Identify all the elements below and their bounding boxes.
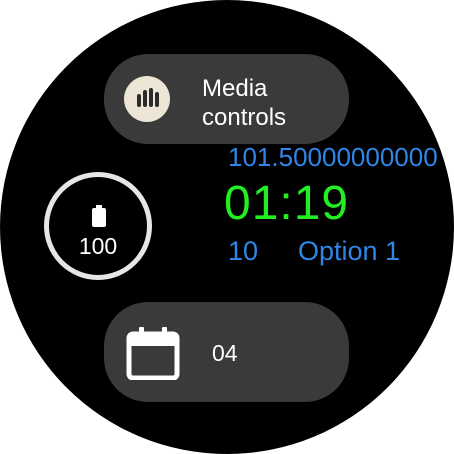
long-decimal-value: 101.50000000000 (228, 142, 438, 172)
calendar-complication[interactable]: 04 (104, 302, 349, 402)
media-controls-complication[interactable]: Media controls (104, 54, 349, 144)
calendar-icon (126, 327, 180, 380)
media-controls-label: Media controls (202, 75, 287, 131)
media-controls-icon (124, 76, 170, 122)
battery-level: 100 (78, 233, 118, 259)
time-display: 01:19 (224, 177, 350, 230)
option-value: Option 1 (298, 236, 401, 266)
battery-icon (92, 205, 106, 227)
battery-complication[interactable]: 100 (44, 172, 152, 280)
number-value: 10 (228, 236, 259, 266)
watch-face: Media controls 100 101.50000000000 01:19… (0, 0, 454, 454)
calendar-day: 04 (212, 340, 238, 366)
